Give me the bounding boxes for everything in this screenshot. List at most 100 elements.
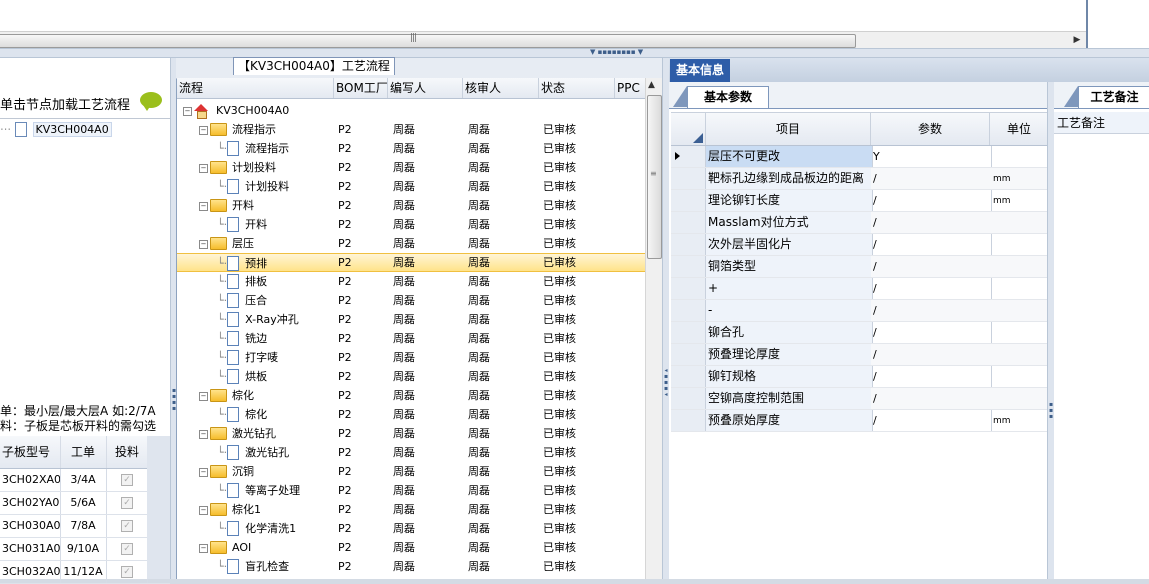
col-header-ppc[interactable]: PPC: [615, 78, 645, 98]
process-grid-vertical-scrollbar[interactable]: ▲ ≡: [645, 78, 662, 579]
collapse-icon[interactable]: −: [199, 429, 208, 439]
collapse-icon[interactable]: −: [199, 163, 208, 173]
tree-root-row[interactable]: − KV3CH004A0: [177, 101, 645, 120]
process-group-row[interactable]: − 开料 P2 周磊 周磊 已审核: [177, 196, 645, 215]
row-selector[interactable]: [671, 300, 706, 321]
process-step-row[interactable]: └· 开料 P2 周磊 周磊 已审核: [177, 215, 645, 234]
param-value[interactable]: /: [871, 322, 992, 343]
horizontal-scrollbar[interactable]: ||| ▶: [0, 31, 1086, 49]
table-row[interactable]: 靶标孔边缘到成品板边的距离 / mm: [671, 168, 1049, 190]
scroll-up-arrow-icon[interactable]: ▲: [648, 80, 655, 90]
collapse-icon[interactable]: −: [199, 201, 208, 211]
table-row[interactable]: 空铆高度控制范围 /: [671, 388, 1049, 410]
col-header-model[interactable]: 子板型号: [0, 436, 61, 468]
col-header-bom[interactable]: BOM工厂: [334, 78, 388, 98]
col-header-item[interactable]: 项目: [706, 113, 871, 145]
col-header-param[interactable]: 参数: [871, 113, 990, 145]
process-step-row[interactable]: └· 流程指示 P2 周磊 周磊 已审核: [177, 139, 645, 158]
param-value[interactable]: /: [871, 256, 992, 277]
tab-basic-info[interactable]: 基本信息: [670, 59, 731, 82]
process-step-row[interactable]: └· 压合 P2 周磊 周磊 已审核: [177, 291, 645, 310]
row-selector[interactable]: [671, 322, 706, 343]
process-step-row[interactable]: └· 铣边 P2 周磊 周磊 已审核: [177, 329, 645, 348]
row-selector[interactable]: [671, 366, 706, 387]
row-selector[interactable]: [671, 212, 706, 233]
feed-checkbox[interactable]: ✓: [121, 497, 133, 509]
process-step-row[interactable]: └· 排板 P2 周磊 周磊 已审核: [177, 272, 645, 291]
col-header-feed[interactable]: 投料: [107, 436, 148, 468]
row-selector[interactable]: [671, 190, 706, 211]
row-selector[interactable]: [671, 234, 706, 255]
table-row[interactable]: 次外层半固化片 /: [671, 234, 1047, 256]
param-value[interactable]: Y: [871, 146, 992, 167]
process-group-row[interactable]: − 沉铜 P2 周磊 周磊 已审核: [177, 462, 645, 481]
process-step-row[interactable]: └· X-Ray冲孔 P2 周磊 周磊 已审核: [177, 310, 645, 329]
process-group-row[interactable]: − 棕化 P2 周磊 周磊 已审核: [177, 386, 645, 405]
process-step-row[interactable]: └· 打字唛 P2 周磊 周磊 已审核: [177, 348, 645, 367]
col-header-reviewer[interactable]: 核审人: [463, 78, 539, 98]
table-row[interactable]: - /: [671, 300, 1049, 322]
param-value[interactable]: /: [871, 300, 992, 321]
param-value[interactable]: /: [871, 168, 992, 189]
table-row[interactable]: Masslam对位方式 /: [671, 212, 1049, 234]
collapse-icon[interactable]: −: [199, 391, 208, 401]
process-group-row[interactable]: − 棕化1 P2 周磊 周磊 已审核: [177, 500, 645, 519]
table-row[interactable]: 预叠理论厚度 /: [671, 344, 1049, 366]
param-value[interactable]: /: [871, 234, 992, 255]
param-value[interactable]: /: [871, 366, 992, 387]
collapse-icon[interactable]: −: [183, 106, 192, 116]
row-selector[interactable]: [671, 146, 706, 167]
tab-basic-params[interactable]: 基本参数: [687, 86, 769, 108]
table-row[interactable]: 3CH031A0 9/10A ✓: [0, 538, 170, 561]
feed-checkbox[interactable]: ✓: [121, 474, 133, 486]
process-step-row[interactable]: └· 棕化 P2 周磊 周磊 已审核: [177, 405, 645, 424]
col-header-status[interactable]: 状态: [539, 78, 615, 98]
row-selector[interactable]: [671, 388, 706, 409]
scroll-right-arrow-icon[interactable]: ▶: [1070, 34, 1084, 47]
table-row[interactable]: + /: [671, 278, 1047, 300]
horizontal-splitter[interactable]: ▼ ▪▪▪▪▪▪▪▪ ▼: [0, 48, 1149, 58]
process-step-row[interactable]: └· 激光钻孔 P2 周磊 周磊 已审核: [177, 443, 645, 462]
feed-checkbox[interactable]: ✓: [121, 520, 133, 532]
horizontal-scroll-thumb[interactable]: [0, 34, 856, 48]
col-header-writer[interactable]: 编写人: [388, 78, 463, 98]
row-selector[interactable]: [671, 344, 706, 365]
row-selector[interactable]: [671, 410, 706, 431]
collapse-icon[interactable]: −: [199, 543, 208, 553]
table-row[interactable]: 预叠原始厚度 / mm: [671, 410, 1047, 432]
param-value[interactable]: /: [871, 278, 992, 299]
param-value[interactable]: /: [871, 388, 992, 409]
process-step-row[interactable]: └· 烘板 P2 周磊 周磊 已审核: [177, 367, 645, 386]
table-row[interactable]: 铆合孔 /: [671, 322, 1047, 344]
process-step-row[interactable]: └· 化学清洗1 P2 周磊 周磊 已审核: [177, 519, 645, 538]
tab-process-notes[interactable]: 工艺备注: [1078, 86, 1149, 108]
left-tree-node[interactable]: ⋯ KV3CH004A0: [0, 121, 112, 137]
table-row[interactable]: 3CH030A0 7/8A ✓: [0, 515, 170, 538]
table-row[interactable]: 铆钉规格 /: [671, 366, 1047, 388]
col-header-order[interactable]: 工单: [60, 436, 107, 468]
process-group-row[interactable]: − 层压 P2 周磊 周磊 已审核: [177, 234, 645, 253]
param-value[interactable]: /: [871, 410, 992, 431]
collapse-icon[interactable]: −: [199, 505, 208, 515]
row-selector[interactable]: [671, 278, 706, 299]
table-row[interactable]: 层压不可更改 Y: [671, 146, 1047, 168]
process-group-row[interactable]: − 流程指示 P2 周磊 周磊 已审核: [177, 120, 645, 139]
collapse-icon[interactable]: −: [199, 125, 208, 135]
table-row[interactable]: 理论铆钉长度 / mm: [671, 190, 1047, 212]
vertical-scroll-thumb[interactable]: ≡: [647, 95, 662, 259]
param-value[interactable]: /: [871, 212, 992, 233]
process-group-row[interactable]: − 计划投料 P2 周磊 周磊 已审核: [177, 158, 645, 177]
param-value[interactable]: /: [871, 190, 992, 211]
process-step-row[interactable]: └· 预排 P2 周磊 周磊 已审核: [177, 253, 645, 272]
collapse-icon[interactable]: −: [199, 467, 208, 477]
process-group-row[interactable]: − 激光钻孔 P2 周磊 周磊 已审核: [177, 424, 645, 443]
table-row[interactable]: 3CH02YA0 5/6A ✓: [0, 492, 170, 515]
collapse-icon[interactable]: −: [199, 239, 208, 249]
process-step-row[interactable]: └· 计划投料 P2 周磊 周磊 已审核: [177, 177, 645, 196]
process-step-row[interactable]: └· 盲孔检查 P2 周磊 周磊 已审核: [177, 557, 645, 576]
feed-checkbox[interactable]: ✓: [121, 543, 133, 555]
row-selector[interactable]: [671, 256, 706, 277]
table-row[interactable]: 3CH02XA0 3/4A ✓: [0, 469, 170, 492]
process-step-row[interactable]: └· 等离子处理 P2 周磊 周磊 已审核: [177, 481, 645, 500]
col-header-flow[interactable]: 流程: [177, 78, 334, 98]
